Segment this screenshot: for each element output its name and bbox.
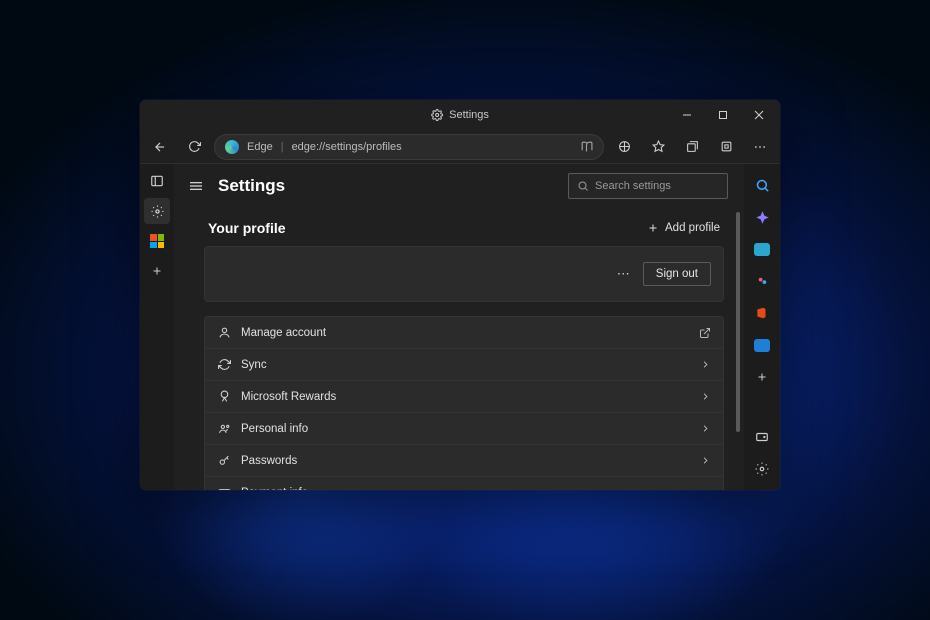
item-rewards[interactable]: Microsoft Rewards xyxy=(205,381,723,413)
favorites-icon[interactable] xyxy=(644,133,672,161)
search-input[interactable]: Search settings xyxy=(568,173,728,199)
item-sync[interactable]: Sync xyxy=(205,349,723,381)
title-center: Settings xyxy=(431,109,489,121)
item-label: Manage account xyxy=(241,327,326,339)
edge-logo-icon xyxy=(225,140,239,154)
reading-mode-icon[interactable] xyxy=(580,140,593,153)
rail-search[interactable] xyxy=(747,170,777,200)
add-profile-label: Add profile xyxy=(665,222,720,234)
rail-performance[interactable] xyxy=(747,422,777,452)
shopping-icon xyxy=(754,243,770,256)
rail-office[interactable] xyxy=(747,298,777,328)
rail-people[interactable] xyxy=(747,266,777,296)
new-tab-button[interactable] xyxy=(144,258,170,284)
person-icon xyxy=(217,326,231,339)
signout-button[interactable]: Sign out xyxy=(643,262,711,286)
vtab-settings[interactable] xyxy=(144,198,170,224)
item-manage-account[interactable]: Manage account xyxy=(205,317,723,349)
hamburger-button[interactable] xyxy=(184,174,208,198)
item-label: Microsoft Rewards xyxy=(241,391,336,403)
titlebar: Settings xyxy=(140,100,780,130)
item-label: Payment info xyxy=(241,487,308,490)
item-label: Passwords xyxy=(241,455,297,467)
chevron-right-icon xyxy=(700,391,711,402)
chevron-right-icon xyxy=(700,359,711,370)
tracking-icon[interactable] xyxy=(610,133,638,161)
chevron-right-icon xyxy=(700,488,711,491)
rail-outlook[interactable] xyxy=(747,330,777,360)
settings-main: Settings Search settings Your profile Ad… xyxy=(174,164,744,490)
refresh-button[interactable] xyxy=(180,133,208,161)
app-window: Settings Edge | edge://settings/profiles xyxy=(140,100,780,490)
address-separator: | xyxy=(281,141,284,153)
sync-icon xyxy=(217,358,231,371)
profile-options-list: Manage account Sync Microsoft Rewards xyxy=(204,316,724,490)
browser-toolbar: Edge | edge://settings/profiles xyxy=(140,130,780,164)
profile-more-button[interactable]: ⋯ xyxy=(617,266,631,282)
menu-button[interactable] xyxy=(746,133,774,161)
item-personal-info[interactable]: Personal info xyxy=(205,413,723,445)
window-title: Settings xyxy=(449,109,489,121)
item-label: Personal info xyxy=(241,423,308,435)
plus-icon xyxy=(647,222,659,234)
collections-icon[interactable] xyxy=(678,133,706,161)
search-icon xyxy=(577,180,589,192)
item-payment[interactable]: Payment info xyxy=(205,477,723,490)
back-button[interactable] xyxy=(146,133,174,161)
page-title: Settings xyxy=(218,176,285,196)
item-label: Sync xyxy=(241,359,267,371)
add-profile-button[interactable]: Add profile xyxy=(647,222,720,234)
vtab-microsoft[interactable] xyxy=(144,228,170,254)
rail-add[interactable] xyxy=(747,362,777,392)
maximize-button[interactable] xyxy=(706,101,740,129)
card-icon xyxy=(217,487,231,491)
address-url: edge://settings/profiles xyxy=(292,141,402,153)
chevron-right-icon xyxy=(700,455,711,466)
microsoft-icon xyxy=(150,234,164,248)
key-icon xyxy=(217,454,231,467)
vtab-sidebar[interactable] xyxy=(144,168,170,194)
right-sidebar xyxy=(744,164,780,490)
outlook-icon xyxy=(754,339,770,352)
extensions-icon[interactable] xyxy=(712,133,740,161)
item-passwords[interactable]: Passwords xyxy=(205,445,723,477)
address-bar[interactable]: Edge | edge://settings/profiles xyxy=(214,134,604,160)
external-icon xyxy=(699,327,711,339)
search-placeholder: Search settings xyxy=(595,180,671,192)
personal-info-icon xyxy=(217,422,231,435)
rail-discover[interactable] xyxy=(747,202,777,232)
rail-settings[interactable] xyxy=(747,454,777,484)
close-button[interactable] xyxy=(742,101,776,129)
vertical-tab-strip xyxy=(140,164,174,490)
chevron-right-icon xyxy=(700,423,711,434)
minimize-button[interactable] xyxy=(670,101,704,129)
section-title: Your profile xyxy=(208,220,286,236)
address-brand: Edge xyxy=(247,141,273,153)
gear-icon xyxy=(431,109,443,121)
profile-card: ⋯ Sign out xyxy=(204,246,724,302)
rewards-icon xyxy=(217,390,231,403)
rail-shopping[interactable] xyxy=(747,234,777,264)
settings-content: Your profile Add profile ⋯ Sign out Mana… xyxy=(174,208,744,490)
